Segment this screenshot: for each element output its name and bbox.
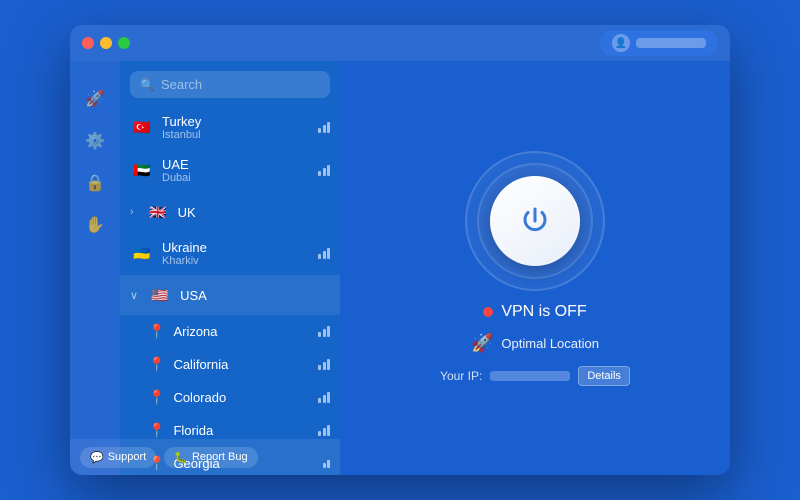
details-button[interactable]: Details — [578, 366, 630, 386]
server-name-usa: USA — [180, 288, 330, 303]
maximize-button[interactable] — [118, 37, 130, 49]
optimal-location[interactable]: 🚀 Optimal Location — [471, 333, 599, 354]
report-bug-button[interactable]: 🐛 Report Bug — [164, 447, 257, 468]
city-name-colorado: Colorado — [173, 390, 310, 405]
optimal-rocket-icon: 🚀 — [471, 333, 493, 354]
status-dot-off — [483, 307, 493, 317]
pin-florida-icon: 📍 — [148, 422, 165, 439]
server-item-turkey[interactable]: 🇹🇷 Turkey Istanbul — [120, 106, 340, 149]
server-name-turkey: Turkey — [162, 114, 310, 129]
support-button[interactable]: 💬 Support — [120, 447, 156, 468]
server-item-ukraine[interactable]: 🇺🇦 Ukraine Kharkiv — [120, 232, 340, 275]
signal-uae — [318, 165, 330, 176]
user-badge[interactable]: 👤 — [600, 30, 718, 56]
signal-california — [318, 359, 330, 370]
vpn-status: VPN is OFF — [483, 303, 586, 321]
sidebar: 🚀 ⚙️ 🔒 ✋ — [70, 61, 120, 475]
title-bar: 👤 — [70, 25, 730, 61]
bug-icon: 🐛 — [174, 451, 188, 464]
pin-arizona-icon: 📍 — [148, 323, 165, 340]
report-bug-label: Report Bug — [192, 451, 248, 463]
ip-row: Your IP: Details — [440, 366, 630, 386]
sidebar-lock-icon[interactable]: 🔒 — [77, 165, 113, 201]
server-name-uae: UAE — [162, 157, 310, 172]
server-items: 🇹🇷 Turkey Istanbul 🇦🇪 UAE — [120, 106, 340, 475]
server-item-uae[interactable]: 🇦🇪 UAE Dubai — [120, 149, 340, 192]
server-name-uk: UK — [178, 205, 330, 220]
sidebar-rocket-icon[interactable]: 🚀 — [77, 81, 113, 117]
expand-uk-icon: › — [130, 206, 134, 218]
pin-colorado-icon: 📍 — [148, 389, 165, 406]
search-icon: 🔍 — [140, 78, 155, 92]
signal-florida — [318, 425, 330, 436]
bottom-bar: 💬 Support 🐛 Report Bug — [120, 439, 340, 475]
flag-uae: 🇦🇪 — [130, 159, 154, 183]
expand-usa-icon: ∨ — [130, 289, 138, 302]
power-button[interactable] — [490, 176, 580, 266]
support-label: Support — [120, 451, 146, 463]
power-container — [465, 151, 605, 291]
signal-arizona — [318, 326, 330, 337]
flag-ukraine: 🇺🇦 — [130, 242, 154, 266]
server-city-ukraine: Kharkiv — [162, 255, 310, 267]
pin-california-icon: 📍 — [148, 356, 165, 373]
signal-colorado — [318, 392, 330, 403]
server-item-usa[interactable]: ∨ 🇺🇸 USA — [120, 275, 340, 315]
app-window: 👤 🚀 ⚙️ 🔒 ✋ 🔍 🇹🇷 Turkey Istanbul — [70, 25, 730, 475]
city-item-california[interactable]: 📍 California — [120, 348, 340, 381]
server-list: 🔍 🇹🇷 Turkey Istanbul — [120, 61, 340, 475]
server-city-uae: Dubai — [162, 172, 310, 184]
city-name-arizona: Arizona — [173, 324, 310, 339]
user-icon: 👤 — [612, 34, 630, 52]
power-icon — [517, 203, 553, 239]
flag-uk: 🇬🇧 — [146, 200, 170, 224]
sidebar-settings-icon[interactable]: ⚙️ — [77, 123, 113, 159]
close-button[interactable] — [82, 37, 94, 49]
ip-address-blur — [490, 371, 570, 381]
city-name-florida: Florida — [173, 423, 310, 438]
server-city-turkey: Istanbul — [162, 129, 310, 141]
city-item-arizona[interactable]: 📍 Arizona — [120, 315, 340, 348]
user-name-blur — [636, 38, 706, 48]
city-item-colorado[interactable]: 📍 Colorado — [120, 381, 340, 414]
search-box[interactable]: 🔍 — [130, 71, 330, 98]
signal-ukraine — [318, 248, 330, 259]
server-name-ukraine: Ukraine — [162, 240, 310, 255]
right-panel: VPN is OFF 🚀 Optimal Location Your IP: D… — [340, 61, 730, 475]
flag-usa: 🇺🇸 — [148, 283, 172, 307]
signal-turkey — [318, 122, 330, 133]
vpn-status-label: VPN is OFF — [501, 303, 586, 321]
optimal-location-label: Optimal Location — [501, 336, 599, 351]
flag-turkey: 🇹🇷 — [130, 116, 154, 140]
main-content: 🔍 🇹🇷 Turkey Istanbul — [120, 61, 730, 475]
traffic-lights — [82, 37, 130, 49]
sidebar-hand-icon[interactable]: ✋ — [77, 207, 113, 243]
ip-label: Your IP: — [440, 369, 482, 383]
minimize-button[interactable] — [100, 37, 112, 49]
city-name-california: California — [173, 357, 310, 372]
search-input[interactable] — [161, 77, 320, 92]
server-item-uk[interactable]: › 🇬🇧 UK — [120, 192, 340, 232]
